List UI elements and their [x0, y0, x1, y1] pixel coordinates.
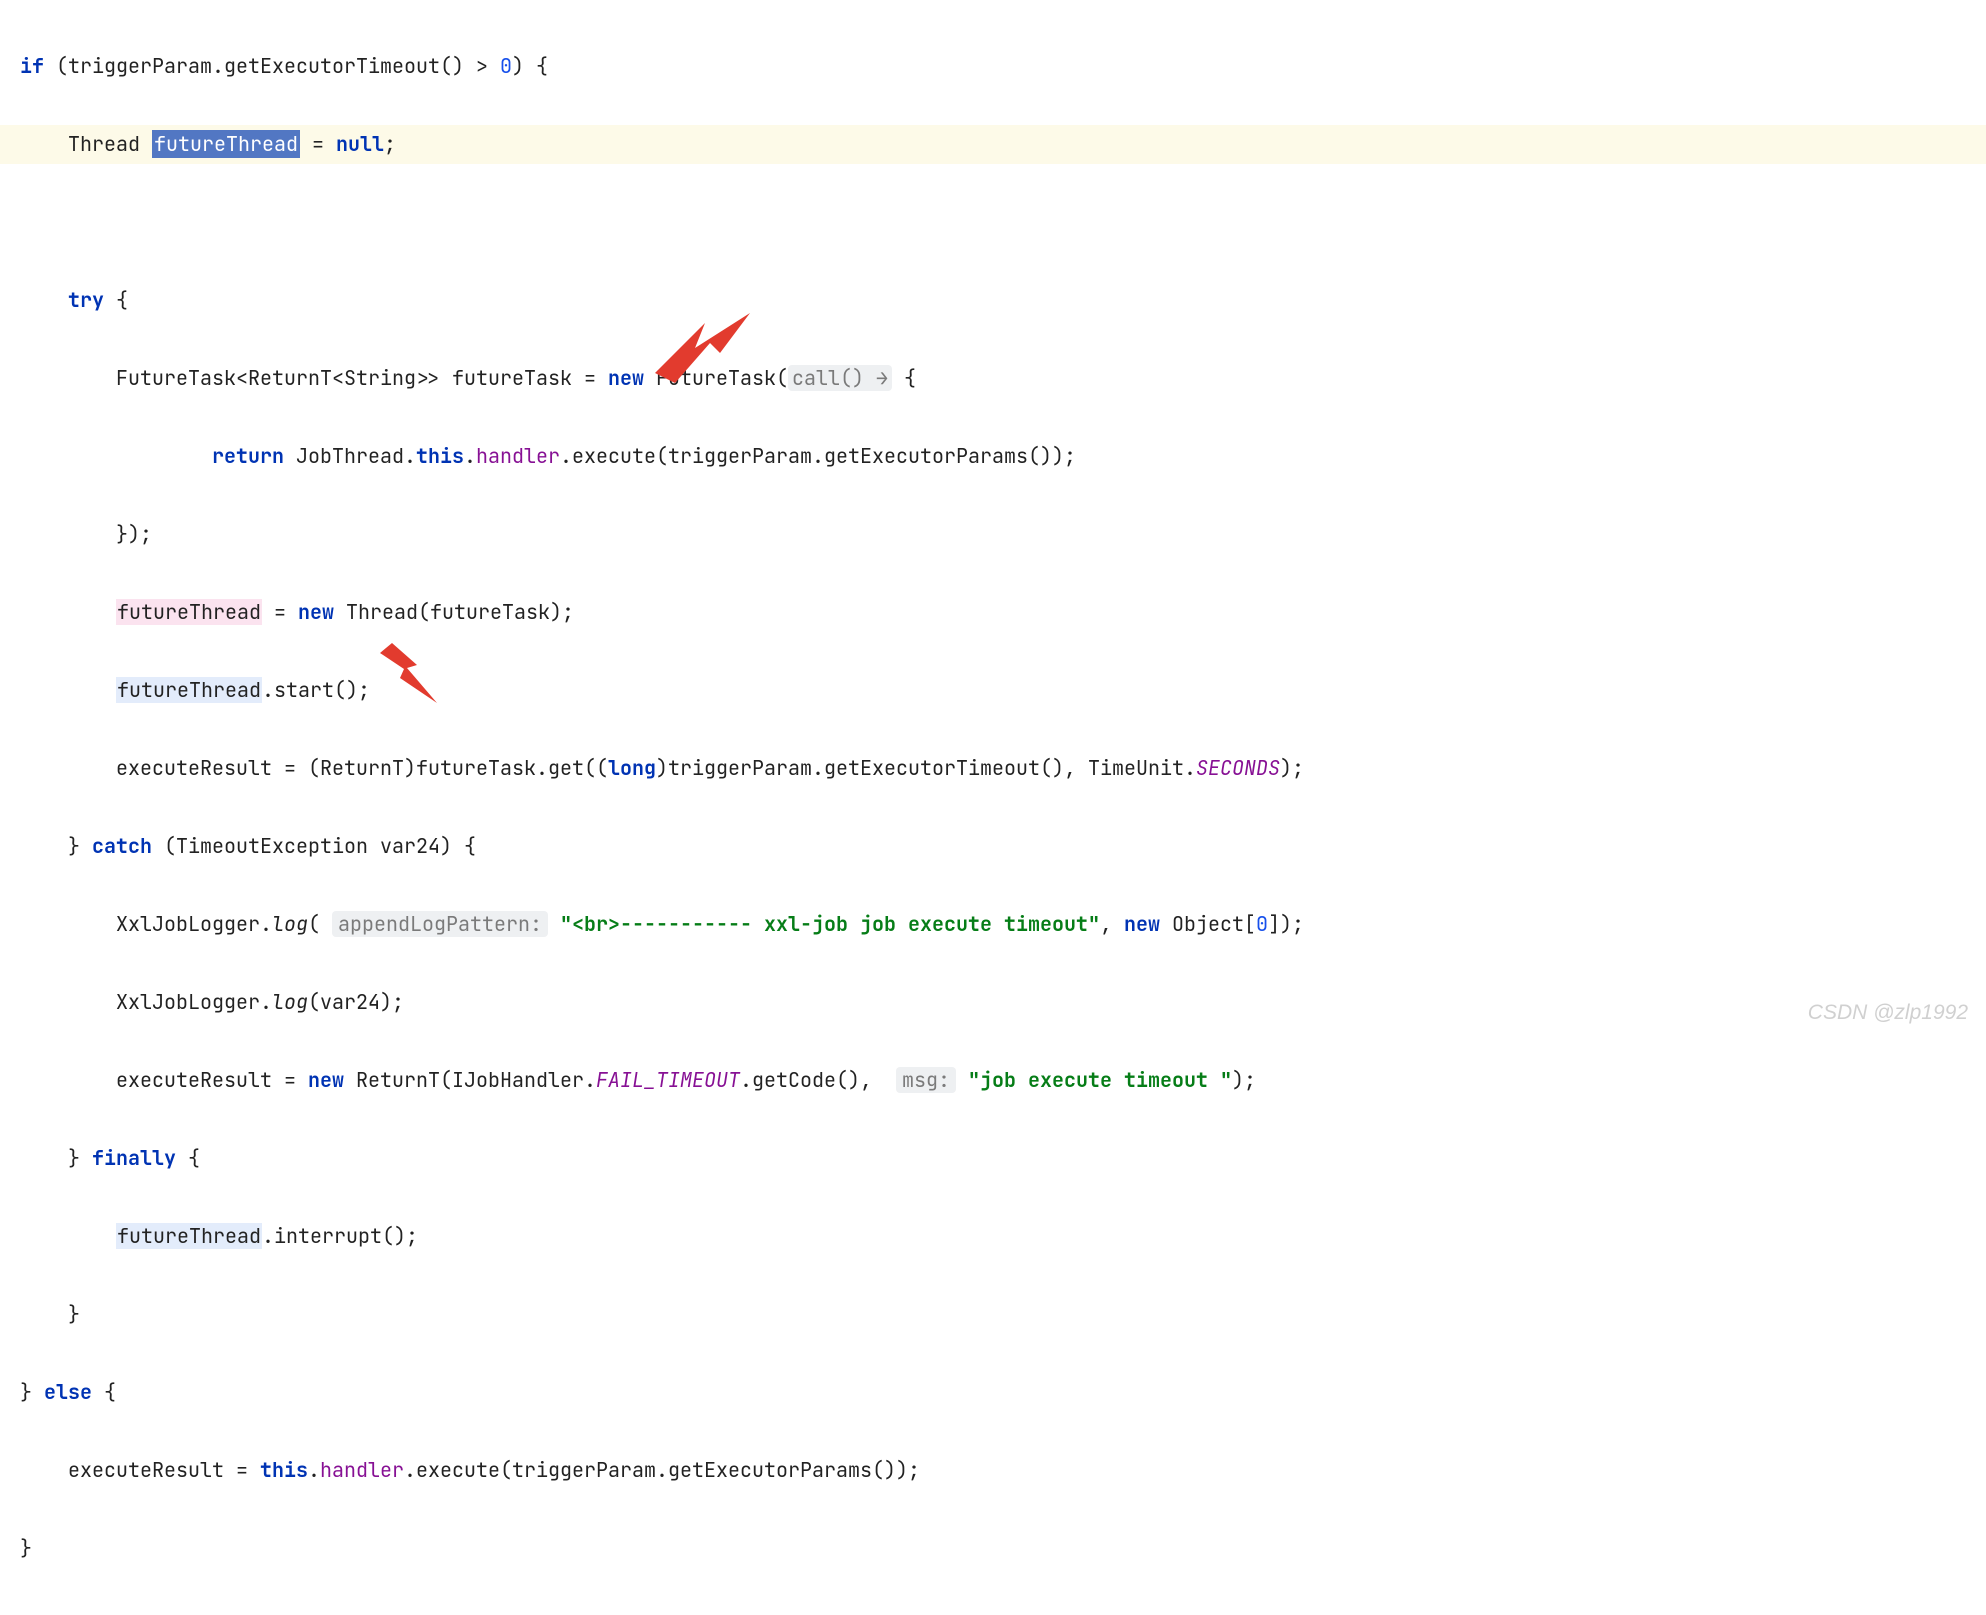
code-line: XxlJobLogger.log( appendLogPattern: "<br… [0, 905, 1986, 944]
static-field: FAIL_TIMEOUT [596, 1067, 740, 1093]
keyword-else: else [44, 1379, 92, 1405]
variable-usage-read: futureThread [116, 677, 262, 703]
static-field: SECONDS [1196, 755, 1280, 781]
code-line: XxlJobLogger.log(var24); [0, 983, 1986, 1022]
string-literal: "job execute timeout " [968, 1067, 1232, 1093]
code-line: } [0, 1529, 1986, 1568]
code-line: try { [0, 281, 1986, 320]
annotation-arrow-icon [372, 633, 452, 713]
code-line: } finally { [0, 1139, 1986, 1178]
keyword-finally: finally [92, 1145, 176, 1171]
code-block: if (triggerParam.getExecutorTimeout() > … [0, 8, 1986, 1607]
keyword-if: if [20, 53, 44, 79]
code-line: futureThread = new Thread(futureTask); [0, 593, 1986, 632]
code-line: executeResult = this.handler.execute(tri… [0, 1451, 1986, 1490]
code-line: executeResult = (ReturnT)futureTask.get(… [0, 749, 1986, 788]
keyword-try: try [68, 287, 104, 313]
keyword-catch: catch [92, 833, 152, 859]
selected-variable[interactable]: futureThread [152, 130, 300, 158]
code-line: } [0, 1295, 1986, 1334]
lambda-hint: call() → [788, 365, 892, 391]
parameter-hint: msg: [896, 1067, 956, 1093]
code-line: futureThread.interrupt(); [0, 1217, 1986, 1256]
code-line: executeResult = new ReturnT(IJobHandler.… [0, 1061, 1986, 1100]
code-editor-view: if (triggerParam.getExecutorTimeout() > … [0, 8, 1986, 1607]
static-method: log [272, 911, 308, 937]
code-line-blank [0, 203, 1986, 242]
code-line: if (triggerParam.getExecutorTimeout() > … [0, 47, 1986, 86]
code-line: FutureTask<ReturnT<String>> futureTask =… [0, 359, 1986, 398]
code-line: return JobThread.this.handler.execute(tr… [0, 437, 1986, 476]
code-line: } else { [0, 1373, 1986, 1412]
code-line: } catch (TimeoutException var24) { [0, 827, 1986, 866]
annotation-arrow-icon [650, 298, 760, 388]
variable-usage-read: futureThread [116, 1223, 262, 1249]
code-line: }); [0, 515, 1986, 554]
string-literal: "<br>----------- xxl-job job execute tim… [560, 911, 1100, 937]
parameter-hint: appendLogPattern: [332, 911, 548, 937]
code-line: futureThread.start(); [0, 671, 1986, 710]
code-line-highlighted: Thread futureThread = null; [0, 125, 1986, 164]
variable-usage-write: futureThread [116, 599, 262, 625]
